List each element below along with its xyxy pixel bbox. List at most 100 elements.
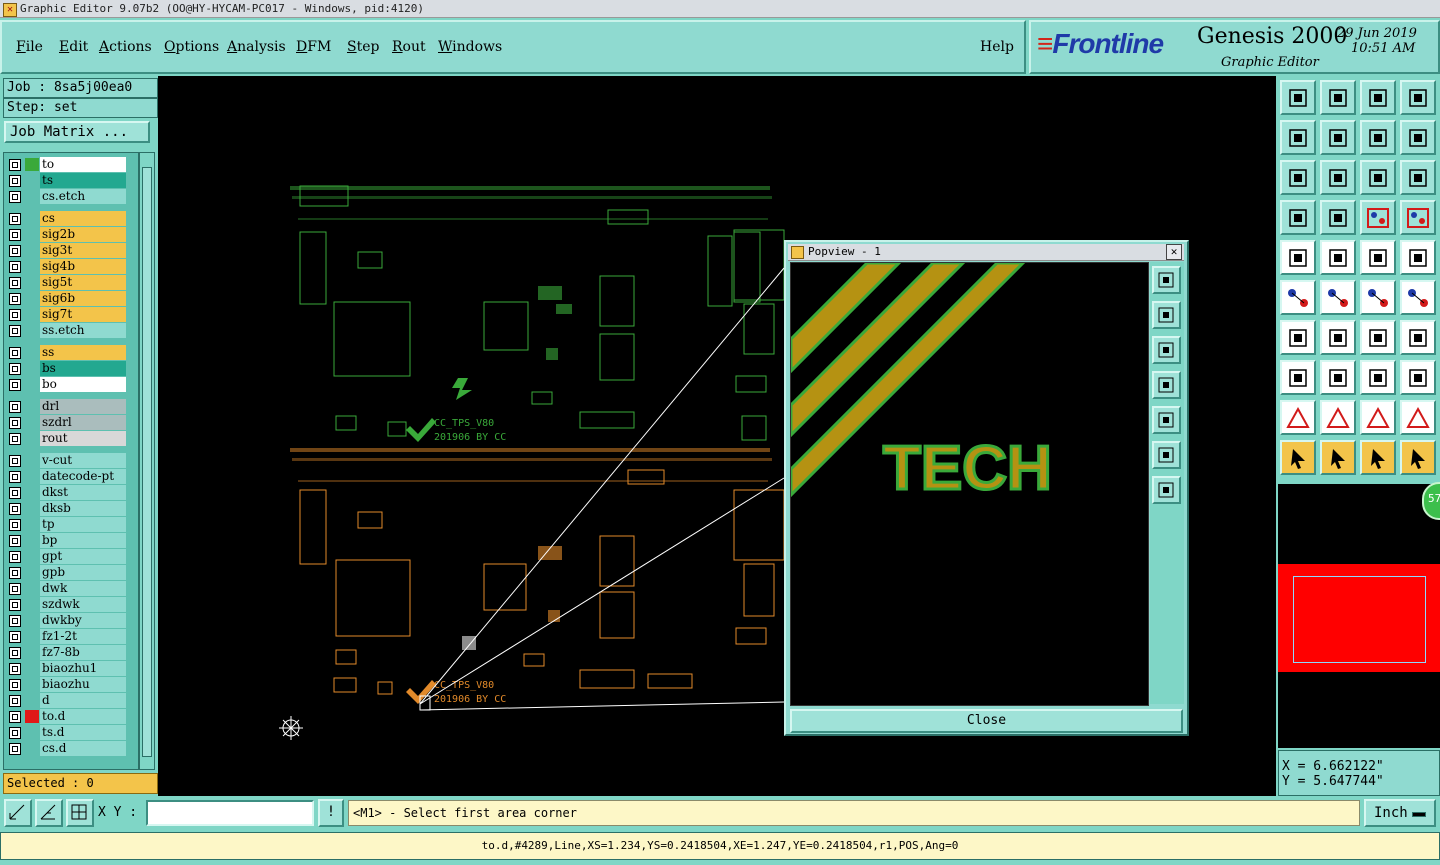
menu-actions[interactable]: Actions xyxy=(99,39,152,55)
layer-checkbox[interactable] xyxy=(9,583,21,595)
menu-step[interactable]: Step xyxy=(347,39,379,55)
layer-color-swatch[interactable] xyxy=(25,416,39,429)
layer-row[interactable]: szdwk xyxy=(4,597,136,612)
layer-row[interactable]: d xyxy=(4,693,136,708)
popview-close-icon[interactable]: ✕ xyxy=(1166,244,1182,260)
layer-row[interactable]: fz7-8b xyxy=(4,645,136,660)
layer-row[interactable]: cs.d xyxy=(4,741,136,756)
layer-checkbox[interactable] xyxy=(9,503,21,515)
layer-color-swatch[interactable] xyxy=(25,678,39,691)
menu-analysis[interactable]: Analysis xyxy=(227,39,286,55)
layer-name[interactable]: d xyxy=(40,693,126,708)
triangle2-icon[interactable] xyxy=(1320,400,1356,435)
layer-color-swatch[interactable] xyxy=(25,486,39,499)
layer-color-swatch[interactable] xyxy=(25,362,39,375)
layer-checkbox[interactable] xyxy=(9,433,21,445)
layer-row[interactable]: ss.etch xyxy=(4,323,136,338)
layer-checkbox[interactable] xyxy=(9,471,21,483)
layer-checkbox[interactable] xyxy=(9,679,21,691)
layer-color-swatch[interactable] xyxy=(25,534,39,547)
notification-badge[interactable]: 57 xyxy=(1422,482,1440,520)
layer-row[interactable]: cs.etch xyxy=(4,189,136,204)
layer-name[interactable]: sig3t xyxy=(40,243,126,258)
layer-name[interactable]: dkst xyxy=(40,485,126,500)
layer-checkbox[interactable] xyxy=(9,695,21,707)
layer-color-swatch[interactable] xyxy=(25,158,39,171)
layer-row[interactable]: datecode-pt xyxy=(4,469,136,484)
menu-help[interactable]: Help xyxy=(980,39,1014,55)
layer-name[interactable]: cs.etch xyxy=(40,189,126,204)
unit-selector[interactable]: Inch xyxy=(1364,799,1436,827)
net-icon[interactable] xyxy=(1280,280,1316,315)
move-icon[interactable] xyxy=(1320,360,1356,395)
layer-row[interactable]: biaozhu1 xyxy=(4,661,136,676)
layer-name[interactable]: tp xyxy=(40,517,126,532)
layer-color-swatch[interactable] xyxy=(25,454,39,467)
layer-checkbox[interactable] xyxy=(9,175,21,187)
menu-windows[interactable]: Windows xyxy=(438,39,502,55)
layer-checkbox[interactable] xyxy=(9,347,21,359)
pad-icon[interactable] xyxy=(1400,240,1436,275)
layer-color-swatch[interactable] xyxy=(25,324,39,337)
layer-row[interactable]: gpb xyxy=(4,565,136,580)
layer-color-swatch[interactable] xyxy=(25,502,39,515)
layer-name[interactable]: bo xyxy=(40,377,126,392)
redraw-icon[interactable] xyxy=(1400,120,1436,155)
layer-row[interactable]: tp xyxy=(4,517,136,532)
layer-row[interactable]: drl xyxy=(4,399,136,414)
layer-checkbox[interactable] xyxy=(9,567,21,579)
tools-icon[interactable] xyxy=(1280,200,1316,235)
layer-checkbox[interactable] xyxy=(9,647,21,659)
layer-checkbox[interactable] xyxy=(9,535,21,547)
step-right-icon[interactable] xyxy=(1320,120,1356,155)
layer-checkbox[interactable] xyxy=(9,309,21,321)
layer-color-swatch[interactable] xyxy=(25,400,39,413)
pointer-icon[interactable] xyxy=(1280,440,1316,475)
layer-name[interactable]: ts.d xyxy=(40,725,126,740)
layer-checkbox[interactable] xyxy=(9,229,21,241)
layer-checkbox[interactable] xyxy=(9,455,21,467)
angle-icon[interactable] xyxy=(1280,320,1316,355)
grid-snap-button[interactable] xyxy=(66,799,94,827)
layer-row[interactable]: ts.d xyxy=(4,725,136,740)
layer-checkbox[interactable] xyxy=(9,379,21,391)
popview-page-left-icon[interactable] xyxy=(1152,371,1181,399)
layer-color-swatch[interactable] xyxy=(25,276,39,289)
menu-file[interactable]: File xyxy=(16,39,43,55)
layer-name[interactable]: sig5t xyxy=(40,275,126,290)
layer-color-swatch[interactable] xyxy=(25,566,39,579)
layer-color-swatch[interactable] xyxy=(25,244,39,257)
zoom-fit-icon[interactable] xyxy=(1280,160,1316,195)
open-job-icon[interactable] xyxy=(1280,80,1316,115)
popview-canvas[interactable]: TECH xyxy=(790,262,1149,706)
layer-color-swatch[interactable] xyxy=(25,308,39,321)
layer-list-scrollbar[interactable] xyxy=(139,152,155,770)
layer-blue-icon[interactable] xyxy=(1360,200,1396,235)
grid-icon[interactable] xyxy=(1320,200,1356,235)
layer-name[interactable]: gpb xyxy=(40,565,126,580)
layer-checkbox[interactable] xyxy=(9,743,21,755)
layer-row[interactable]: sig4b xyxy=(4,259,136,274)
popview-zoom-fit-icon[interactable] xyxy=(1152,266,1181,294)
layer-color-swatch[interactable] xyxy=(25,212,39,225)
layer-color-swatch[interactable] xyxy=(25,432,39,445)
layer-name[interactable]: dwkby xyxy=(40,613,126,628)
layer-name[interactable]: biaozhu1 xyxy=(40,661,126,676)
triangle-icon[interactable] xyxy=(1280,400,1316,435)
overview-panel[interactable]: 57 xyxy=(1278,482,1440,748)
ruler-icon[interactable] xyxy=(1360,240,1396,275)
popview-close-button[interactable]: Close xyxy=(790,709,1183,733)
step-left-icon[interactable] xyxy=(1280,120,1316,155)
layer-color-swatch[interactable] xyxy=(25,662,39,675)
layer-checkbox[interactable] xyxy=(9,417,21,429)
layer-checkbox[interactable] xyxy=(9,663,21,675)
menu-rout[interactable]: Rout xyxy=(392,39,426,55)
layer-checkbox[interactable] xyxy=(9,277,21,289)
step-back-icon[interactable] xyxy=(1360,120,1396,155)
layer-name[interactable]: to.d xyxy=(40,709,126,724)
popview-page-down-icon[interactable] xyxy=(1152,336,1181,364)
layer-name[interactable]: ss xyxy=(40,345,126,360)
layer-row[interactable]: bs xyxy=(4,361,136,376)
xy-input[interactable] xyxy=(146,800,314,826)
layer-color-swatch[interactable] xyxy=(25,292,39,305)
